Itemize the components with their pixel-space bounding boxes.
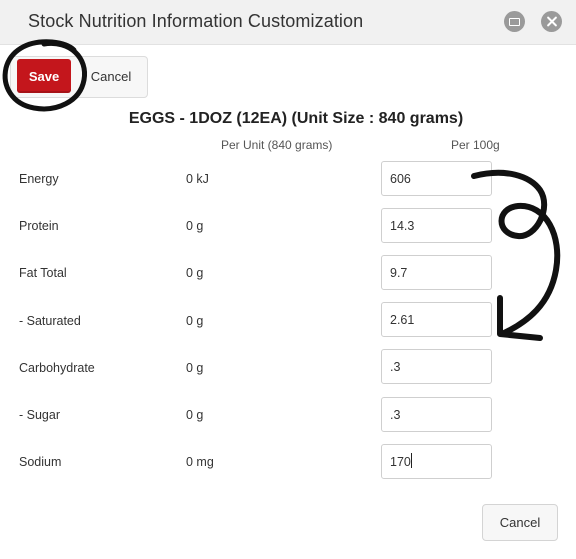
dialog-titlebar: Stock Nutrition Information Customizatio… bbox=[0, 0, 576, 45]
nutrient-label-saturated: - Saturated bbox=[19, 314, 81, 328]
sodium-per-100g-input[interactable] bbox=[381, 444, 492, 479]
energy-per-100g-input[interactable] bbox=[381, 161, 492, 196]
saturated-per-100g-input[interactable] bbox=[381, 302, 492, 337]
nutrient-label-carbohydrate: Carbohydrate bbox=[19, 361, 95, 375]
per-unit-column-header: Per Unit (840 grams) bbox=[221, 138, 333, 152]
nutrient-label-fat-total: Fat Total bbox=[19, 266, 67, 280]
fat-total-per-100g-input[interactable] bbox=[381, 255, 492, 290]
nutrient-label-energy: Energy bbox=[19, 172, 59, 186]
carbohydrate-per-100g-input[interactable] bbox=[381, 349, 492, 384]
nutrient-label-sodium: Sodium bbox=[19, 455, 62, 469]
sugar-per-100g-input[interactable] bbox=[381, 397, 492, 432]
per-unit-value-carbohydrate: 0 g bbox=[186, 361, 204, 375]
footer-cancel-button[interactable]: Cancel bbox=[482, 504, 558, 541]
nutrient-label-sugar: - Sugar bbox=[19, 408, 60, 422]
cancel-button[interactable]: Cancel bbox=[81, 59, 141, 93]
protein-per-100g-input[interactable] bbox=[381, 208, 492, 243]
restore-window-icon[interactable] bbox=[504, 11, 525, 32]
per-unit-value-protein: 0 g bbox=[186, 219, 204, 233]
close-icon[interactable] bbox=[541, 11, 562, 32]
per-unit-value-sodium: 0 mg bbox=[186, 455, 214, 469]
product-heading: EGGS - 1DOZ (12EA) (Unit Size : 840 gram… bbox=[128, 110, 464, 127]
text-cursor bbox=[411, 453, 412, 468]
per-unit-value-fat-total: 0 g bbox=[186, 266, 204, 280]
per-unit-value-sugar: 0 g bbox=[186, 408, 204, 422]
nutrient-label-protein: Protein bbox=[19, 219, 59, 233]
nutrition-dialog: Stock Nutrition Information Customizatio… bbox=[0, 0, 576, 559]
per-100g-column-header: Per 100g bbox=[451, 138, 500, 152]
per-unit-value-energy: 0 kJ bbox=[186, 172, 209, 186]
save-button[interactable]: Save bbox=[17, 59, 71, 93]
per-unit-value-saturated: 0 g bbox=[186, 314, 204, 328]
dialog-title: Stock Nutrition Information Customizatio… bbox=[28, 11, 364, 31]
